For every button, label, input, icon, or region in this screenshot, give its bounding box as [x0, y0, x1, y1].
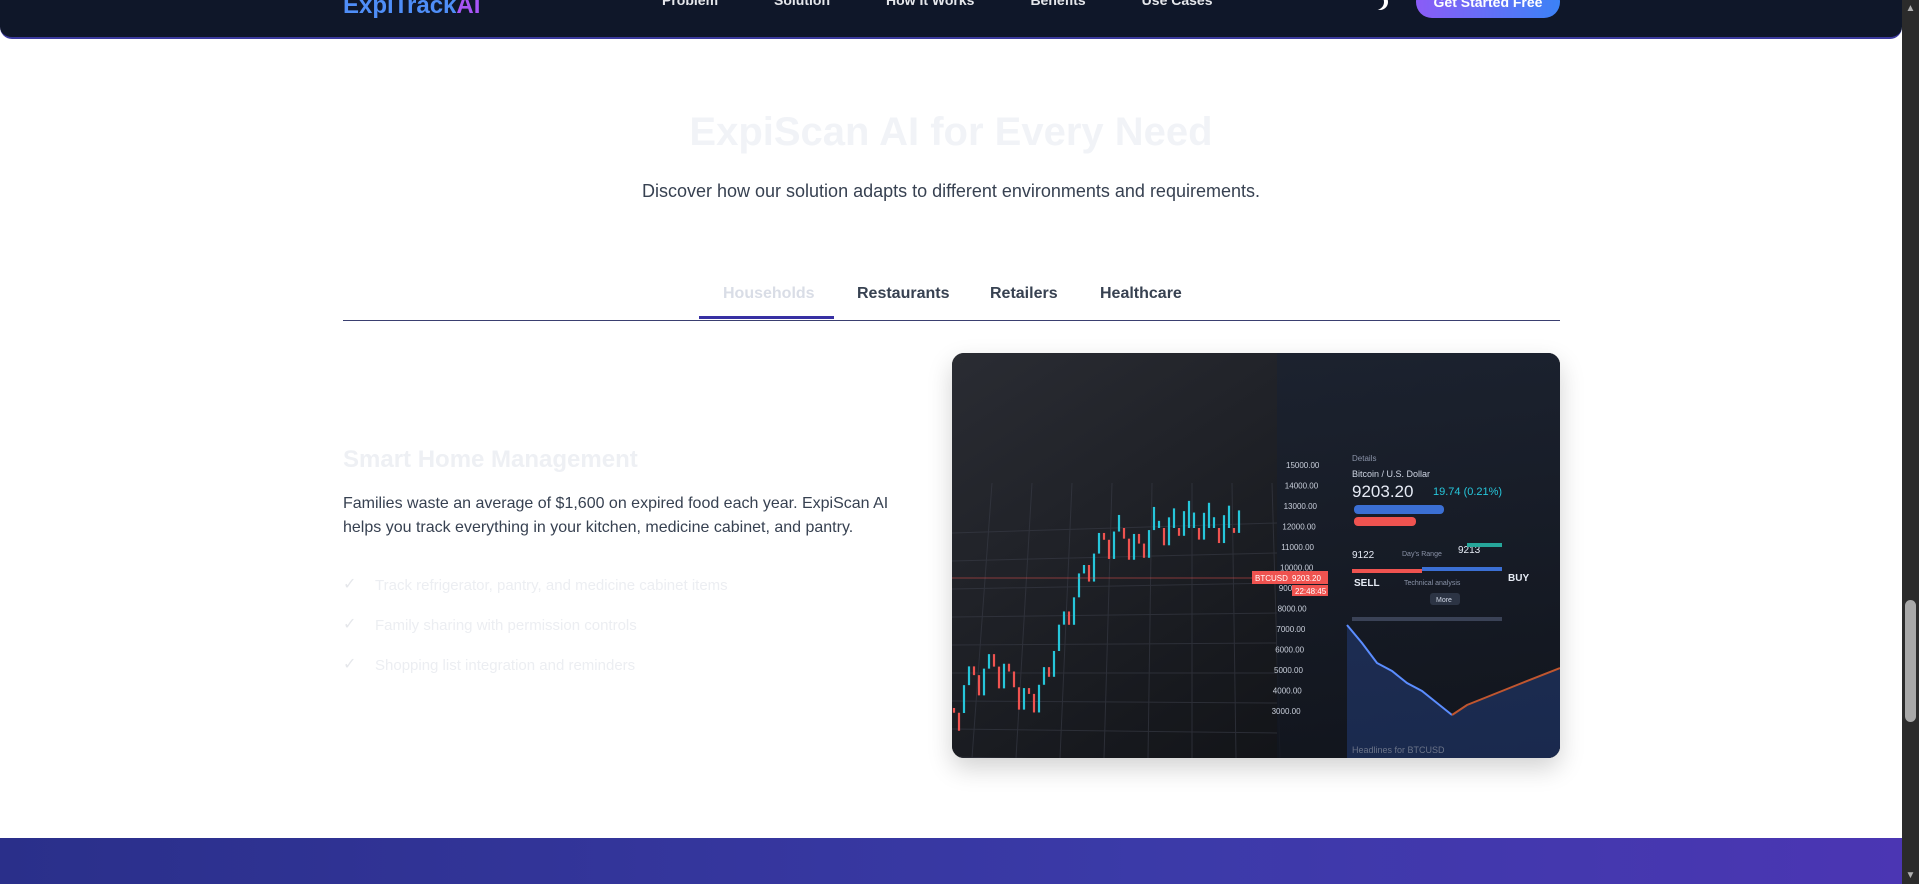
nav-link-solution[interactable]: Solution: [774, 0, 830, 8]
scroll-up-icon[interactable]: ▲: [1902, 0, 1919, 17]
axis-tick-label: 7000.00: [1276, 625, 1305, 634]
section-subtitle: Discover how our solution adapts to diff…: [641, 181, 1260, 201]
details-label: Details: [1352, 454, 1376, 463]
scroll-down-icon[interactable]: ▼: [1902, 867, 1919, 884]
ticker-price: 9203.20: [1292, 574, 1321, 583]
use-case-tabs: Households Restaurants Retailers Healthc…: [343, 278, 1560, 321]
nav-link-how-it-works[interactable]: How It Works: [886, 0, 974, 8]
active-tab-indicator: [699, 316, 834, 319]
next-section-banner: [0, 838, 1902, 884]
tab-households[interactable]: Households: [723, 285, 815, 303]
check-icon: ✓: [343, 616, 357, 633]
sell-label: SELL: [1354, 578, 1380, 589]
content-title: Smart Home Management: [343, 446, 638, 473]
tab-healthcare[interactable]: Healthcare: [1100, 285, 1182, 303]
asset-label: Bitcoin / U.S. Dollar: [1352, 469, 1430, 479]
ticker-time: 22:48:45: [1295, 587, 1327, 596]
list-item: ✓ Shopping list integration and reminder…: [343, 645, 728, 685]
nav-link-use-cases[interactable]: Use Cases: [1142, 0, 1213, 8]
feature-text: Shopping list integration and reminders: [375, 656, 636, 674]
content-description: Families waste an average of $1,600 on e…: [343, 495, 889, 536]
axis-tick-label: 4000.00: [1273, 687, 1302, 696]
logo-accent: AI: [456, 0, 481, 19]
scrollbar[interactable]: [1902, 0, 1919, 884]
sell-price: 9122: [1352, 550, 1375, 561]
moon-icon[interactable]: [1372, 0, 1388, 10]
axis-tick-label: 11000.00: [1281, 543, 1314, 552]
nav-link-problem[interactable]: Problem: [662, 0, 718, 8]
range-label: Day's Range: [1402, 551, 1442, 558]
top-navbar: ExpiTrackAI Problem Solution How It Work…: [0, 0, 1902, 39]
axis-tick-label: 15000.00: [1286, 461, 1320, 470]
axis-tick-label: 8000.00: [1278, 605, 1307, 614]
trading-screen-svg: 15000.00 14000.00 13000.00 12000.00 11000.00…: [952, 353, 1560, 758]
section-title: ExpiScan AI for Every Need: [689, 110, 1213, 154]
check-icon: ✓: [343, 656, 357, 673]
axis-tick-label: 6000.00: [1275, 646, 1304, 655]
tab-retailers[interactable]: Retailers: [990, 285, 1058, 303]
check-icon: ✓: [343, 576, 357, 593]
axis-tick-label: 14000.00: [1285, 482, 1319, 491]
feature-text: Family sharing with permission controls: [375, 616, 637, 634]
logo[interactable]: ExpiTrackAI: [343, 0, 480, 20]
trading-chart-image: 15000.00 14000.00 13000.00 12000.00 11000.00…: [952, 353, 1560, 758]
logo-text: ExpiTrack: [343, 0, 457, 19]
get-started-button[interactable]: Get Started Free: [1416, 0, 1560, 18]
tech-analysis-label: Technical analysis: [1404, 580, 1461, 587]
axis-tick-label: 13000.00: [1284, 502, 1318, 511]
asset-change: 19.74 (0.21%): [1433, 486, 1502, 498]
asset-price: 9203.20: [1352, 482, 1413, 501]
axis-tick-label: 3000.00: [1272, 707, 1301, 716]
tab-restaurants[interactable]: Restaurants: [857, 285, 949, 303]
headline-label: Headlines for BTCUSD: [1352, 745, 1445, 755]
ticker-tag: BTCUSD: [1255, 574, 1288, 583]
axis-tick-label: 5000.00: [1274, 666, 1303, 675]
buy-label: BUY: [1508, 573, 1529, 584]
scrollbar-thumb[interactable]: [1905, 600, 1916, 722]
axis-tick-label: 12000.00: [1282, 523, 1316, 532]
feature-text: Track refrigerator, pantry, and medicine…: [375, 576, 728, 594]
nav-link-benefits[interactable]: Benefits: [1030, 0, 1085, 8]
list-item: ✓ Track refrigerator, pantry, and medici…: [343, 565, 728, 605]
feature-list: ✓ Track refrigerator, pantry, and medici…: [343, 565, 728, 685]
nav-links: Problem Solution How It Works Benefits U…: [662, 0, 1213, 8]
more-label: More: [1436, 597, 1452, 604]
list-item: ✓ Family sharing with permission control…: [343, 605, 728, 645]
